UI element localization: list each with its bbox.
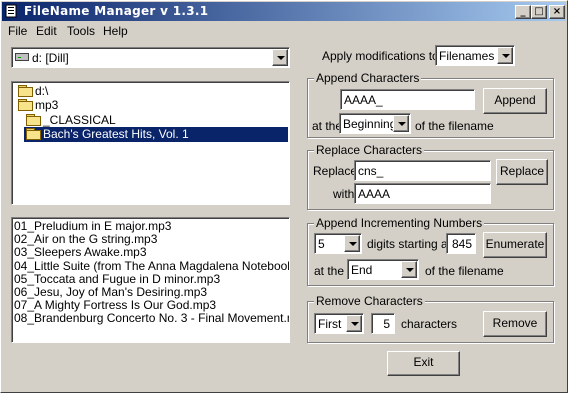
remove-position-value: First <box>318 317 342 331</box>
folder-open-icon <box>18 85 33 97</box>
window-title: FileName Manager v 1.3.1 <box>24 4 209 18</box>
title-bar[interactable]: FileName Manager v 1.3.1 _ □ × <box>2 2 566 21</box>
incrementing-position-select[interactable]: End <box>347 259 419 280</box>
incrementing-suffix-label: of the filename <box>425 264 504 278</box>
incrementing-position-value: End <box>351 263 373 277</box>
apply-target-select[interactable]: Filenames <box>435 45 515 66</box>
append-position-value: Beginning <box>343 117 397 131</box>
with-value: AAAA <box>358 187 391 201</box>
replace-value: cns_ <box>358 164 384 178</box>
close-button[interactable]: × <box>549 5 565 19</box>
chevron-down-icon[interactable] <box>401 261 417 278</box>
app-icon[interactable] <box>5 4 19 18</box>
chevron-down-icon[interactable] <box>272 49 288 66</box>
tree-item-root[interactable]: d:\ <box>18 84 48 99</box>
enumerate-button[interactable]: Enumerate <box>483 232 547 258</box>
remove-button[interactable]: Remove <box>483 311 547 337</box>
menu-tools[interactable]: Tools <box>67 24 95 38</box>
append-button[interactable]: Append <box>483 88 547 114</box>
file-item[interactable]: 03_Sleepers Awake.mp3 <box>12 246 289 259</box>
with-label: with <box>333 187 355 201</box>
digits-label: digits starting at <box>367 237 452 251</box>
app-window: FileName Manager v 1.3.1 _ □ × File Edit… <box>0 0 568 393</box>
incrementing-at-label: at the <box>314 264 345 278</box>
start-number-input[interactable]: 845 <box>446 233 476 254</box>
replace-button[interactable]: Replace <box>496 159 548 185</box>
append-text-input[interactable]: AAAA_ <box>340 89 475 110</box>
drive-select[interactable]: d: [Dill] <box>11 47 290 68</box>
replace-input[interactable]: cns_ <box>354 160 491 181</box>
append-at-label: at the <box>312 119 343 133</box>
menu-file[interactable]: File <box>8 24 27 38</box>
folder-open-icon <box>26 114 41 126</box>
append-position-select[interactable]: Beginning <box>339 113 411 134</box>
minimize-button[interactable]: _ <box>515 5 531 19</box>
remove-count-input[interactable]: 5 <box>371 313 395 334</box>
folder-tree[interactable]: d:\ mp3 _CLASSICAL Bach's Greatest Hits,… <box>11 81 290 205</box>
tree-item-mp3[interactable]: mp3 <box>18 98 58 113</box>
apply-target-value: Filenames <box>439 49 495 63</box>
chevron-down-icon[interactable] <box>497 47 513 64</box>
menu-bar: File Edit Tools Help <box>2 22 566 40</box>
incrementing-numbers-legend: Append Incrementing Numbers <box>314 216 485 230</box>
file-item[interactable]: 04_Little Suite (from The Anna Magdalena… <box>12 259 289 273</box>
drive-icon <box>15 53 29 61</box>
exit-button[interactable]: Exit <box>387 351 460 376</box>
chevron-down-icon[interactable] <box>346 315 362 332</box>
folder-open-icon <box>18 99 33 111</box>
replace-label: Replace <box>313 164 358 178</box>
file-item[interactable]: 08_Brandenburg Concerto No. 3 - Final Mo… <box>12 312 289 325</box>
replace-characters-legend: Replace Characters <box>314 143 425 157</box>
drive-select-value: d: [Dill] <box>32 51 69 65</box>
folder-open-icon <box>26 128 41 140</box>
with-input[interactable]: AAAA <box>354 183 491 204</box>
tree-item-classical[interactable]: _CLASSICAL <box>26 113 116 128</box>
menu-help[interactable]: Help <box>103 24 128 38</box>
append-suffix-label: of the filename <box>415 119 494 133</box>
remove-position-select[interactable]: First <box>314 313 364 334</box>
digits-value: 5 <box>318 237 325 251</box>
remove-count-value: 5 <box>383 317 390 331</box>
chevron-down-icon[interactable] <box>393 115 409 132</box>
tree-item-selected[interactable]: Bach's Greatest Hits, Vol. 1 <box>24 127 288 142</box>
apply-label: Apply modifications to : <box>322 49 446 63</box>
file-list[interactable]: 01_Preludium in E major.mp3 02_Air on th… <box>11 217 290 343</box>
menu-edit[interactable]: Edit <box>36 24 57 38</box>
remove-count-label: characters <box>401 317 458 331</box>
start-number-value: 845 <box>451 237 472 251</box>
digits-select[interactable]: 5 <box>314 233 362 254</box>
remove-characters-legend: Remove Characters <box>314 294 425 308</box>
append-text-value: AAAA_ <box>344 93 383 107</box>
maximize-button[interactable]: □ <box>531 5 547 19</box>
chevron-down-icon[interactable] <box>344 235 360 252</box>
append-characters-legend: Append Characters <box>314 71 422 85</box>
